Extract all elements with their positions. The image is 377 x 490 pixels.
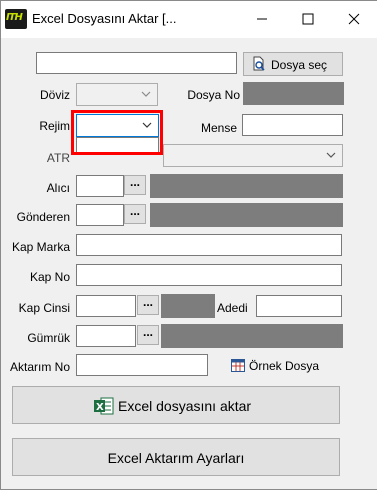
aktarim-no-input[interactable] <box>76 354 208 376</box>
gonderen-label: Gönderen <box>16 210 70 224</box>
dosya-no-label: Dosya No <box>187 88 240 102</box>
kap-no-input[interactable] <box>76 264 342 286</box>
kap-no-label: Kap No <box>29 270 70 284</box>
kap-cinsi-name-field <box>161 294 215 318</box>
ornek-dosya-label: Örnek Dosya <box>249 359 320 373</box>
dosya-no-field <box>243 82 344 105</box>
import-excel-button[interactable]: X Excel dosyasını aktar <box>12 386 340 424</box>
atr-label: ATR <box>46 151 70 165</box>
import-excel-label: Excel dosyasını aktar <box>118 398 252 414</box>
adedi-input[interactable] <box>256 295 342 317</box>
mense-label: Mense <box>200 121 237 135</box>
close-icon <box>348 13 360 25</box>
highlight-box <box>71 110 163 155</box>
gonderen-name-field <box>150 203 343 227</box>
atr-combo[interactable] <box>163 144 343 167</box>
select-file-button[interactable]: Dosya seç <box>243 52 343 76</box>
ornek-dosya-link[interactable]: Örnek Dosya <box>231 358 341 374</box>
gonderen-lookup-button[interactable]: ... <box>124 204 146 224</box>
excel-settings-button[interactable]: Excel Aktarım Ayarları <box>12 438 340 476</box>
chevron-down-icon <box>141 91 151 97</box>
kap-cinsi-label: Kap Cinsi <box>18 301 70 315</box>
svg-text:X: X <box>96 402 104 413</box>
minimize-button[interactable] <box>239 0 285 38</box>
app-icon: ITH <box>5 9 27 29</box>
maximize-icon <box>302 13 314 25</box>
gonderen-code-input[interactable] <box>76 204 124 226</box>
rejim-label: Rejim <box>39 119 70 133</box>
title-bar: ITH Excel Dosyasını Aktar [... <box>0 0 377 38</box>
alici-code-input[interactable] <box>76 175 124 197</box>
doviz-label: Döviz <box>39 88 70 102</box>
gumruk-code-input[interactable] <box>76 325 136 347</box>
kap-cinsi-lookup-button[interactable]: ... <box>137 295 159 315</box>
kap-marka-label: Kap Marka <box>11 240 70 254</box>
aktarim-no-label: Aktarım No <box>9 360 70 374</box>
minimize-icon <box>257 18 267 20</box>
alici-label: Alıcı <box>46 181 70 195</box>
file-path-input[interactable] <box>36 52 237 74</box>
gumruk-name-field <box>161 324 343 348</box>
alici-name-field <box>150 174 343 198</box>
app-icon-text: ITH <box>6 12 23 23</box>
spreadsheet-icon <box>231 359 245 372</box>
excel-settings-label: Excel Aktarım Ayarları <box>107 450 245 466</box>
close-button[interactable] <box>331 0 377 38</box>
mense-input[interactable] <box>242 114 343 136</box>
kap-cinsi-code-input[interactable] <box>76 295 136 317</box>
maximize-button[interactable] <box>285 0 331 38</box>
gumruk-lookup-button[interactable]: ... <box>137 325 159 345</box>
doviz-combo[interactable] <box>76 83 158 106</box>
gumruk-label: Gümrük <box>27 331 70 345</box>
select-file-label: Dosya seç <box>271 58 328 72</box>
file-search-icon <box>253 56 265 71</box>
kap-marka-input[interactable] <box>76 234 342 256</box>
alici-lookup-button[interactable]: ... <box>124 175 146 195</box>
chevron-down-icon <box>326 152 336 158</box>
excel-icon: X <box>94 397 114 415</box>
adedi-label: Adedi <box>217 301 248 315</box>
window-title: Excel Dosyasını Aktar [... <box>32 11 177 26</box>
